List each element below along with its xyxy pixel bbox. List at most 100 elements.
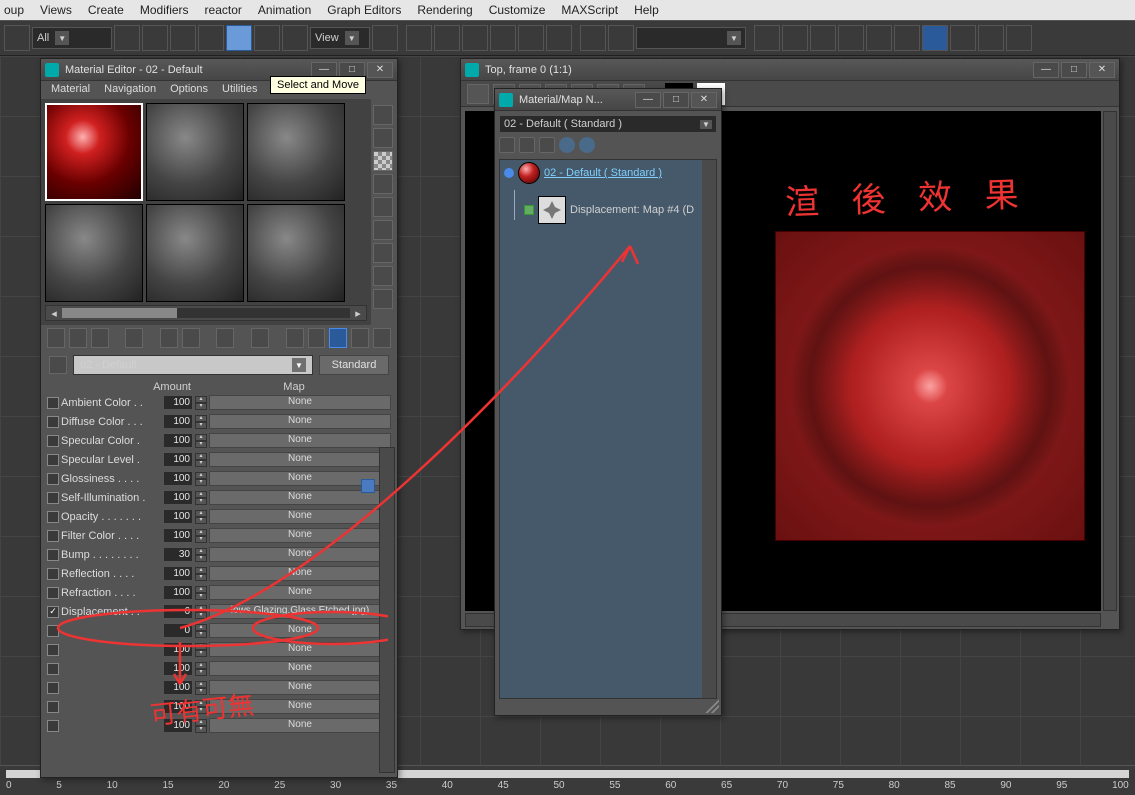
background-icon[interactable] <box>373 151 393 171</box>
menu-reactor[interactable]: reactor <box>205 3 242 17</box>
spin-up-icon[interactable]: ▴ <box>195 529 207 536</box>
map-amount-input[interactable] <box>163 680 193 695</box>
select-move-icon[interactable] <box>226 25 252 51</box>
map-slot-button[interactable]: None <box>209 661 391 676</box>
material-name-combo[interactable]: 02 - Default ▼ <box>73 355 313 375</box>
spin-up-icon[interactable]: ▴ <box>195 662 207 669</box>
map-checkbox[interactable] <box>47 454 59 466</box>
spin-down-icon[interactable]: ▾ <box>195 555 207 562</box>
scroll-left-icon[interactable]: ◂ <box>46 307 62 320</box>
teapot-icon[interactable] <box>978 25 1004 51</box>
spin-down-icon[interactable]: ▾ <box>195 498 207 505</box>
me-menu-material[interactable]: Material <box>51 83 90 97</box>
maximize-button[interactable]: □ <box>663 92 689 108</box>
navigator-tree[interactable]: 02 - Default ( Standard ) Displacement: … <box>499 159 717 699</box>
mirror-icon[interactable] <box>608 25 634 51</box>
map-slot-button[interactable]: None <box>209 642 391 657</box>
pivot-icon[interactable] <box>372 25 398 51</box>
close-button[interactable]: ✕ <box>1089 62 1115 78</box>
scroll-right-icon[interactable]: ▸ <box>350 307 366 320</box>
spinner[interactable]: ▴▾ <box>195 700 207 714</box>
map-checkbox[interactable] <box>47 682 59 694</box>
spin-up-icon[interactable]: ▴ <box>195 605 207 612</box>
map-amount-input[interactable] <box>163 547 193 562</box>
map-checkbox[interactable] <box>47 663 59 675</box>
map-slot-button[interactable]: None <box>209 414 391 429</box>
map-slot-button[interactable]: None <box>209 680 391 695</box>
material-name-input[interactable]: 02 - Default <box>80 359 137 371</box>
spinner[interactable]: ▴▾ <box>195 472 207 486</box>
named-selection-combo[interactable]: ▼ <box>636 27 746 49</box>
map-amount-input[interactable] <box>163 471 193 486</box>
spinner[interactable]: ▴▾ <box>195 605 207 619</box>
map-checkbox[interactable] <box>47 587 59 599</box>
spin-down-icon[interactable]: ▾ <box>195 593 207 600</box>
curve-editor-icon[interactable] <box>810 25 836 51</box>
spin-down-icon[interactable]: ▾ <box>195 536 207 543</box>
render-window-titlebar[interactable]: Top, frame 0 (1:1) — □ ✕ <box>461 59 1119 81</box>
material-type-button[interactable]: Standard <box>319 355 389 375</box>
spinner[interactable]: ▴▾ <box>195 662 207 676</box>
map-checkbox[interactable] <box>47 435 59 447</box>
map-slot-button[interactable]: None <box>209 718 391 733</box>
navigator-titlebar[interactable]: Material/Map N... — □ ✕ <box>495 89 721 111</box>
map-slot-button[interactable]: None <box>209 547 391 562</box>
me-menu-options[interactable]: Options <box>170 83 208 97</box>
spin-down-icon[interactable]: ▾ <box>195 669 207 676</box>
spin-up-icon[interactable]: ▴ <box>195 624 207 631</box>
sample-uv-icon[interactable] <box>373 174 393 194</box>
spinner-snap-icon[interactable] <box>546 25 572 51</box>
material-editor-icon[interactable] <box>866 25 892 51</box>
menu-create[interactable]: Create <box>88 3 124 17</box>
nav-view3-icon[interactable] <box>539 137 555 153</box>
snap2d-icon[interactable] <box>434 25 460 51</box>
spin-up-icon[interactable]: ▴ <box>195 681 207 688</box>
map-slot-button[interactable]: lows.Glazing.Glass.Etched.jpg) <box>209 604 391 619</box>
menu-customize[interactable]: Customize <box>489 3 546 17</box>
spin-down-icon[interactable]: ▾ <box>195 688 207 695</box>
me-menu-utilities[interactable]: Utilities <box>222 83 257 97</box>
map-checkbox[interactable] <box>47 644 59 656</box>
map-checkbox[interactable] <box>47 416 59 428</box>
material-slot-3[interactable] <box>247 103 345 201</box>
map-slot-button[interactable]: None <box>209 433 391 448</box>
spin-up-icon[interactable]: ▴ <box>195 510 207 517</box>
render-frame-icon[interactable] <box>922 25 948 51</box>
manip-icon[interactable] <box>406 25 432 51</box>
select-icon[interactable] <box>114 25 140 51</box>
menu-group[interactable]: oup <box>4 3 24 17</box>
spinner[interactable]: ▴▾ <box>195 510 207 524</box>
spin-up-icon[interactable]: ▴ <box>195 643 207 650</box>
navigator-vscrollbar[interactable] <box>702 160 716 698</box>
spin-down-icon[interactable]: ▾ <box>195 422 207 429</box>
nav-view1-icon[interactable] <box>499 137 515 153</box>
menu-modifiers[interactable]: Modifiers <box>140 3 189 17</box>
close-button[interactable]: ✕ <box>367 62 393 78</box>
spin-up-icon[interactable]: ▴ <box>195 453 207 460</box>
window-crossing-icon[interactable] <box>198 25 224 51</box>
schematic-icon[interactable] <box>838 25 864 51</box>
map-amount-input[interactable] <box>163 509 193 524</box>
map-checkbox[interactable] <box>47 701 59 713</box>
tree-material-node[interactable]: 02 - Default ( Standard ) <box>500 160 716 186</box>
map-slot-button[interactable]: None <box>209 566 391 581</box>
material-slot-5[interactable] <box>146 204 244 302</box>
mat-map-nav-icon[interactable] <box>373 328 391 348</box>
select-by-mat-icon[interactable] <box>373 266 393 286</box>
quick-render-icon[interactable] <box>950 25 976 51</box>
percent-snap-icon[interactable] <box>518 25 544 51</box>
put-to-scene-icon[interactable] <box>69 328 87 348</box>
spin-up-icon[interactable]: ▴ <box>195 434 207 441</box>
map-amount-input[interactable] <box>163 528 193 543</box>
get-material-icon[interactable] <box>47 328 65 348</box>
video-check-icon[interactable] <box>373 197 393 217</box>
spinner[interactable]: ▴▾ <box>195 624 207 638</box>
close-button[interactable]: ✕ <box>691 92 717 108</box>
minimize-button[interactable]: — <box>635 92 661 108</box>
nav-view2-icon[interactable] <box>519 137 535 153</box>
named-sel-icon[interactable] <box>580 25 606 51</box>
map-slot-button[interactable]: None <box>209 699 391 714</box>
map-slot-button[interactable]: None <box>209 452 391 467</box>
map-checkbox[interactable] <box>47 568 59 580</box>
map-amount-input[interactable] <box>163 585 193 600</box>
